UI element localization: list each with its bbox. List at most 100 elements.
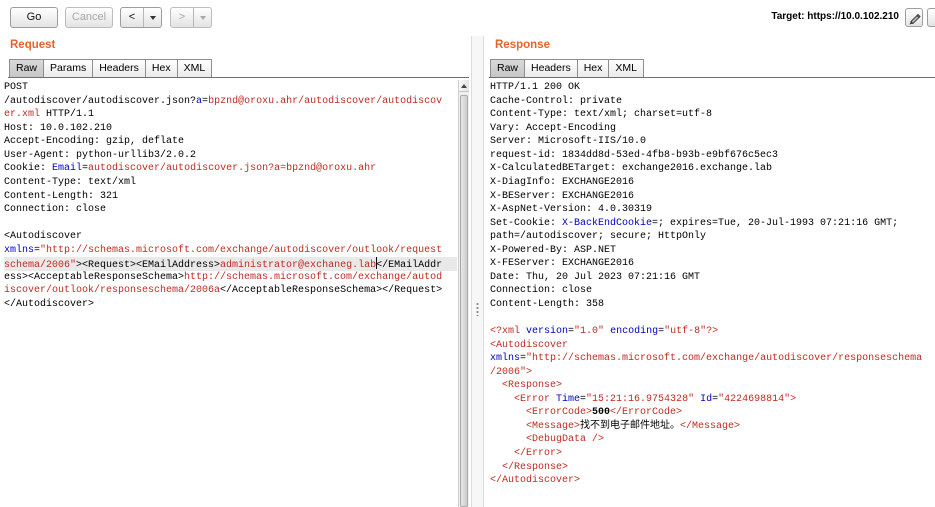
response-line [490, 311, 935, 325]
response-line: X-FEServer: EXCHANGE2016 [490, 257, 935, 271]
help-button[interactable] [927, 8, 935, 27]
response-line: /2006"> [490, 366, 935, 380]
code-token: X-FEServer: EXCHANGE2016 [490, 258, 635, 270]
request-tabs: Raw Params Headers Hex XML [9, 59, 213, 77]
response-line: </Response> [490, 461, 935, 475]
code-token: <ErrorCode> [490, 407, 593, 419]
code-token: </AcceptableResponseSchema></Request> [220, 285, 443, 297]
code-token: 500 [592, 407, 611, 419]
response-line: X-CalculatedBETarget: exchange2016.excha… [490, 162, 935, 176]
response-title: Response [495, 39, 550, 51]
code-token: http://schemas.microsoft.com/exchange/au… [184, 271, 443, 283]
chevron-down-icon [199, 16, 206, 20]
response-raw-viewer[interactable]: HTTP/1.1 200 OK Cache-Control: private Con… [489, 80, 935, 507]
response-line: Server: Microsoft-IIS/10.0 [490, 135, 935, 149]
go-button[interactable]: Go [10, 7, 58, 28]
code-token: Set-Cookie: [490, 217, 563, 229]
request-scrollbar[interactable] [458, 80, 469, 507]
code-token: encoding [610, 326, 659, 338]
response-tab-raw[interactable]: Raw [490, 59, 526, 77]
response-tabs: Raw Headers Hex XML [490, 59, 644, 77]
code-token: autodiscover/autodiscover.json?a=bpznd@o… [88, 163, 377, 175]
response-line: <Error Time="15:21:16.9754328" Id="42246… [490, 393, 935, 407]
code-token: </Message> [680, 420, 741, 432]
response-line: <?xml version="1.0" encoding="utf-8"?> [490, 325, 935, 339]
code-token: X-CalculatedBETarget: exchange2016.excha… [490, 163, 773, 175]
back-split-button[interactable]: < [120, 7, 162, 28]
response-line: Content-Length: 358 [490, 298, 935, 312]
code-token: X-DiagInfo: EXCHANGE2016 [490, 177, 635, 189]
request-line: </Autodiscover> [4, 298, 457, 312]
back-history-dropdown[interactable] [144, 8, 161, 27]
request-tab-divider [8, 77, 469, 78]
code-token: path=/autodiscover; secure; HttpOnly [490, 231, 707, 243]
response-tab-headers[interactable]: Headers [525, 59, 578, 77]
code-token: xmlns [490, 353, 521, 365]
response-line: request-id: 1834dd8d-53ed-4fb8-b93b-e9bf… [490, 149, 935, 163]
code-token: </EMailAddr [376, 260, 443, 272]
request-raw-editor[interactable]: POST/autodiscover/autodiscover.json?a=bp… [3, 80, 457, 507]
request-line: Cookie: Email=autodiscover/autodiscover.… [4, 162, 457, 176]
scroll-thumb[interactable] [460, 95, 468, 507]
arrow-up-icon [461, 84, 467, 88]
code-token: Accept-Encoding: gzip, deflate [4, 136, 185, 148]
scroll-up-button[interactable] [459, 80, 469, 92]
response-line: Set-Cookie: X-BackEndCookie=; expires=Tu… [490, 217, 935, 231]
forward-split-button[interactable]: > [170, 7, 212, 28]
request-line: Connection: close [4, 203, 457, 217]
code-token: </Response> [490, 461, 569, 473]
code-token: X-Powered-By: ASP.NET [490, 244, 617, 256]
request-tab-headers[interactable]: Headers [93, 59, 146, 77]
code-token: Content-Length: 321 [4, 190, 119, 202]
request-tab-raw[interactable]: Raw [9, 59, 45, 77]
code-token: =; expires=Tue, 20-Jul-1993 07:21:16 GMT… [652, 217, 899, 229]
response-line: X-AspNet-Version: 4.0.30319 [490, 203, 935, 217]
forward-history-dropdown[interactable] [194, 8, 211, 27]
code-token: iscover/outlook/responseschema/2006a [4, 285, 221, 297]
response-line: <DebugData /> [490, 433, 935, 447]
code-token: bpznd@oroxu.ahr/autodiscover/autodiscov [208, 95, 443, 107]
code-token: Date: Thu, 20 Jul 2023 07:21:16 GMT [490, 271, 701, 283]
code-token: X-AspNet-Version: 4.0.30319 [490, 204, 653, 216]
code-token: Cache-Control: private [490, 95, 623, 107]
response-line: Vary: Accept-Encoding [490, 122, 935, 136]
request-line: POST [4, 81, 457, 95]
code-token: X-BackEndCookie [562, 217, 653, 229]
splitter-grip-icon [475, 302, 480, 316]
response-line: <Autodiscover [490, 339, 935, 353]
request-tab-params[interactable]: Params [44, 59, 94, 77]
request-line: Host: 10.0.102.210 [4, 122, 457, 136]
request-line: iscover/outlook/responseschema/2006a</Ac… [4, 284, 457, 298]
request-line: Accept-Encoding: gzip, deflate [4, 135, 457, 149]
code-token: <Error [490, 393, 557, 405]
response-line: X-Powered-By: ASP.NET [490, 244, 935, 258]
response-tab-hex[interactable]: Hex [577, 59, 610, 77]
response-line: X-BEServer: EXCHANGE2016 [490, 190, 935, 204]
code-token: ><Request><EMailAddress> [76, 260, 221, 272]
request-line [4, 217, 457, 231]
request-line: Content-Type: text/xml [4, 176, 457, 190]
response-tab-xml[interactable]: XML [609, 59, 644, 77]
code-token: Vary: Accept-Encoding [490, 122, 617, 134]
code-token: Id [700, 393, 713, 405]
code-token: Host: 10.0.102.210 [4, 122, 113, 134]
back-button[interactable]: < [121, 8, 144, 27]
pane-splitter[interactable] [471, 36, 484, 507]
code-token: "utf-8"?> [664, 326, 719, 338]
edit-target-button[interactable] [905, 8, 923, 27]
request-tab-xml[interactable]: XML [177, 59, 213, 77]
code-token: "http://schemas.microsoft.com/exchange/a… [526, 353, 923, 365]
response-line: <ErrorCode>500</ErrorCode> [490, 406, 935, 420]
code-token: Cookie: [4, 163, 53, 175]
cancel-button[interactable]: Cancel [65, 7, 113, 28]
code-token: Connection: close [490, 285, 593, 297]
code-token: ess><AcceptableResponseSchema> [4, 271, 185, 283]
code-token: </Autodiscover> [490, 475, 581, 487]
code-token: <?xml [490, 326, 527, 338]
code-token: "4224698814"> [718, 393, 797, 405]
request-line: <Autodiscover [4, 230, 457, 244]
forward-button[interactable]: > [171, 8, 194, 27]
request-tab-hex[interactable]: Hex [145, 59, 178, 77]
response-line: </Autodiscover> [490, 474, 935, 488]
code-token: xmlns [4, 244, 35, 256]
